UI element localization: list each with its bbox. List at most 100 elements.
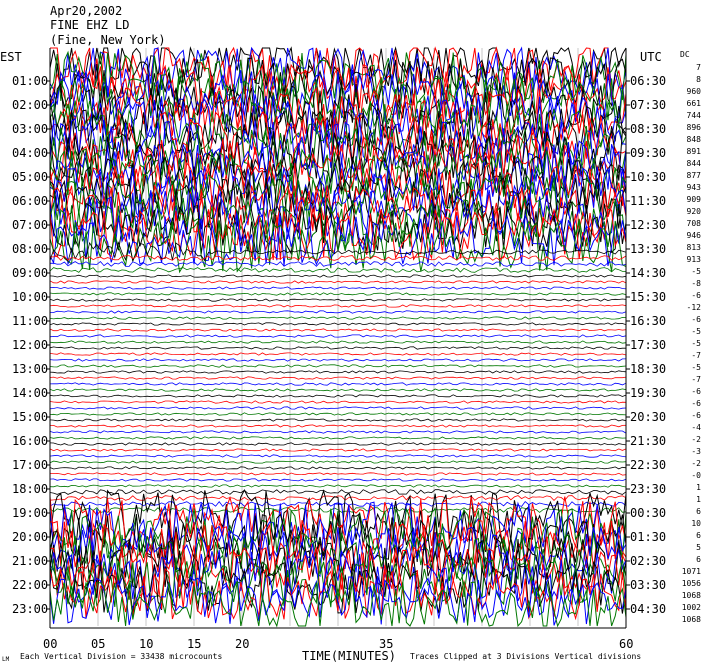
utc-hour-label: 23:30 (630, 482, 666, 496)
x-tick-label: 05 (91, 637, 105, 651)
dc-axis-label: DC (680, 50, 690, 59)
dc-offset-label: 844 (687, 159, 702, 168)
dc-offset-label: 744 (687, 111, 702, 120)
utc-hour-label: 14:30 (630, 266, 666, 280)
dc-offset-label: 960 (687, 87, 702, 96)
est-hour-label: 23:00 (12, 602, 48, 616)
est-hour-label: 10:00 (12, 290, 48, 304)
dc-offset-label: 943 (687, 183, 702, 192)
dc-offset-label: 661 (687, 99, 702, 108)
est-hour-label: 03:00 (12, 122, 48, 136)
dc-offset-label: 8 (696, 75, 701, 84)
x-tick-label: 10 (139, 637, 153, 651)
utc-hour-label: 06:30 (630, 74, 666, 88)
x-tick-label: 00 (43, 637, 57, 651)
dc-offset-label: 813 (687, 243, 702, 252)
est-hour-label: 15:00 (12, 410, 48, 424)
utc-hour-label: 03:30 (630, 578, 666, 592)
est-hour-label: 14:00 (12, 386, 48, 400)
corner-note: LM (2, 656, 10, 663)
dc-offset-label: -8 (691, 279, 701, 288)
dc-offset-label: 10 (691, 519, 701, 528)
dc-offset-label: -6 (691, 291, 701, 300)
est-hour-label: 11:00 (12, 314, 48, 328)
dc-offset-label: 6 (696, 507, 701, 516)
est-hour-label: 01:00 (12, 74, 48, 88)
utc-hour-label: 19:30 (630, 386, 666, 400)
dc-offset-label: -0 (691, 471, 701, 480)
est-hour-label: 21:00 (12, 554, 48, 568)
dc-offset-label: 946 (687, 231, 702, 240)
utc-hour-label: 04:30 (630, 602, 666, 616)
est-hour-label: 02:00 (12, 98, 48, 112)
est-hour-label: 22:00 (12, 578, 48, 592)
dc-offset-label: 1068 (682, 591, 701, 600)
dc-offset-label: -12 (687, 303, 702, 312)
est-hour-label: 19:00 (12, 506, 48, 520)
est-hour-label: 09:00 (12, 266, 48, 280)
utc-hour-label: 01:30 (630, 530, 666, 544)
est-hour-label: 16:00 (12, 434, 48, 448)
utc-hour-label: 18:30 (630, 362, 666, 376)
est-hour-label: 12:00 (12, 338, 48, 352)
utc-hour-label: 13:30 (630, 242, 666, 256)
utc-hour-labels: 06:30 07:30 08:30 09:30 10:30 11:30 12:30 13:30… (630, 74, 666, 616)
dc-offset-label: -6 (691, 399, 701, 408)
est-hour-label: 17:00 (12, 458, 48, 472)
dc-offset-label: 1002 (682, 603, 701, 612)
dc-offset-label: 6 (696, 531, 701, 540)
utc-axis-label: UTC (640, 50, 662, 64)
dc-offset-label: -3 (691, 447, 701, 456)
est-hour-label: 08:00 (12, 242, 48, 256)
utc-hour-label: 16:30 (630, 314, 666, 328)
utc-hour-label: 22:30 (630, 458, 666, 472)
dc-offset-label: -5 (691, 339, 701, 348)
est-hour-label: 07:00 (12, 218, 48, 232)
utc-hour-label: 07:30 (630, 98, 666, 112)
dc-offset-label: -6 (691, 387, 701, 396)
dc-offset-label: -5 (691, 267, 701, 276)
footer-clip-note: Traces Clipped at 3 Divisions Vertical d… (410, 652, 641, 661)
dc-offset-label: -2 (691, 435, 701, 444)
dc-offset-label: 1 (696, 483, 701, 492)
dc-offset-label: 6 (696, 555, 701, 564)
dc-offset-label: 891 (687, 147, 702, 156)
dc-offset-label: 1068 (682, 615, 701, 624)
utc-hour-label: 08:30 (630, 122, 666, 136)
utc-hour-label: 11:30 (630, 194, 666, 208)
footer-scale-note: Each Vertical Division = 33438 microcoun… (20, 652, 222, 661)
dc-offset-label: -6 (691, 411, 701, 420)
dc-offset-label: 877 (687, 171, 702, 180)
helicorder-plot: Apr20,2002 FINE EHZ LD (Fine, New York) … (0, 4, 701, 663)
utc-hour-label: 09:30 (630, 146, 666, 160)
dc-offset-label: -5 (691, 327, 701, 336)
x-tick-label: 15 (187, 637, 201, 651)
utc-hour-label: 02:30 (630, 554, 666, 568)
dc-offset-label: 848 (687, 135, 702, 144)
dc-offset-label: 708 (687, 219, 702, 228)
dc-offset-labels: 7896066174489684889184487794390992070894… (682, 63, 701, 624)
utc-hour-label: 17:30 (630, 338, 666, 352)
utc-hour-label: 20:30 (630, 410, 666, 424)
dc-offset-label: 896 (687, 123, 702, 132)
dc-offset-label: -5 (691, 363, 701, 372)
est-axis-label: EST (0, 50, 22, 64)
utc-hour-label: 15:30 (630, 290, 666, 304)
station-location: (Fine, New York) (50, 33, 166, 47)
utc-hour-label: 10:30 (630, 170, 666, 184)
dc-offset-label: 920 (687, 207, 702, 216)
dc-offset-label: 7 (696, 63, 701, 72)
est-hour-label: 20:00 (12, 530, 48, 544)
dc-offset-label: 909 (687, 195, 702, 204)
est-hour-label: 04:00 (12, 146, 48, 160)
dc-offset-label: -4 (691, 423, 701, 432)
dc-offset-label: 1071 (682, 567, 701, 576)
dc-offset-label: -7 (691, 351, 701, 360)
dc-offset-label: 913 (687, 255, 702, 264)
utc-hour-label: 12:30 (630, 218, 666, 232)
x-axis-title: TIME(MINUTES) (302, 649, 396, 663)
x-tick-label: 20 (235, 637, 249, 651)
utc-hour-label: 00:30 (630, 506, 666, 520)
dc-offset-label: 1 (696, 495, 701, 504)
station-name: FINE EHZ LD (50, 18, 129, 32)
